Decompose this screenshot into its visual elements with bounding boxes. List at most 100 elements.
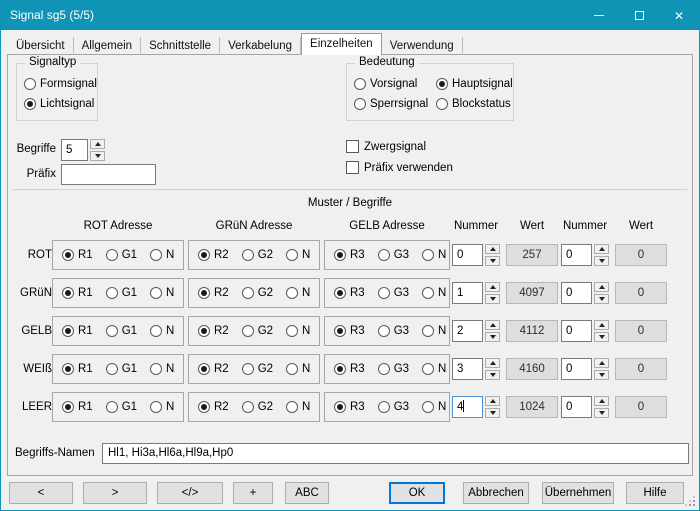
spinner-value[interactable]: 3	[452, 358, 483, 380]
radio-n[interactable]: N	[422, 249, 446, 261]
nummer-spinner-2[interactable]: 0	[561, 358, 609, 380]
spin-up-button[interactable]	[485, 320, 500, 330]
radio-vorsignal[interactable]: Vorsignal	[354, 78, 434, 90]
radio-r3[interactable]: R3	[334, 363, 365, 375]
spin-down-button[interactable]	[485, 256, 500, 266]
abc-button[interactable]: ABC	[285, 482, 329, 504]
spinner-value[interactable]: 0	[561, 396, 592, 418]
radio-r1[interactable]: R1	[62, 249, 93, 261]
nummer-spinner-1[interactable]: 4	[452, 396, 500, 418]
radio-n[interactable]: N	[150, 287, 174, 299]
radio-n[interactable]: N	[286, 287, 310, 299]
radio-g1[interactable]: G1	[106, 287, 137, 299]
radio-r3[interactable]: R3	[334, 249, 365, 261]
radio-r2[interactable]: R2	[198, 287, 229, 299]
radio-r3[interactable]: R3	[334, 401, 365, 413]
plus-button[interactable]: +	[233, 482, 273, 504]
spinner-value[interactable]: 0	[561, 320, 592, 342]
title-bar[interactable]: Signal sg5 (5/5) ✕	[1, 1, 699, 30]
radio-g2[interactable]: G2	[242, 325, 273, 337]
bernehmen-button[interactable]: Übernehmen	[542, 482, 614, 504]
spinner-value[interactable]: 2	[452, 320, 483, 342]
tab-allgemein[interactable]: Allgemein	[74, 37, 142, 55]
spin-up-button[interactable]	[90, 139, 105, 149]
radio-g3[interactable]: G3	[378, 325, 409, 337]
radio-n[interactable]: N	[422, 401, 446, 413]
spin-up-button[interactable]	[594, 244, 609, 254]
spinner-value[interactable]: 4	[452, 396, 483, 418]
spin-down-button[interactable]	[485, 408, 500, 418]
radio-g2[interactable]: G2	[242, 249, 273, 261]
praefix-input[interactable]	[61, 164, 156, 185]
radio-g1[interactable]: G1	[106, 401, 137, 413]
spinner-value[interactable]: 0	[561, 282, 592, 304]
resize-grip-icon[interactable]	[693, 504, 695, 506]
close-button[interactable]: ✕	[659, 1, 699, 30]
begriffs-namen-input[interactable]: Hl1, Hi3a,Hl6a,Hl9a,Hp0	[102, 443, 689, 464]
nummer-spinner-1[interactable]: 0	[452, 244, 500, 266]
radio-g1[interactable]: G1	[106, 249, 137, 261]
spin-down-button[interactable]	[594, 294, 609, 304]
tab-verwendung[interactable]: Verwendung	[382, 37, 463, 55]
spin-down-button[interactable]	[485, 294, 500, 304]
nummer-spinner-2[interactable]: 0	[561, 244, 609, 266]
spin-down-button[interactable]	[485, 370, 500, 380]
radio-r2[interactable]: R2	[198, 401, 229, 413]
radio-g3[interactable]: G3	[378, 363, 409, 375]
ok-button[interactable]: OK	[389, 482, 445, 504]
radio-g1[interactable]: G1	[106, 325, 137, 337]
maximize-button[interactable]	[619, 1, 659, 30]
tab-bersicht[interactable]: Übersicht	[8, 37, 74, 55]
radio-g2[interactable]: G2	[242, 363, 273, 375]
radio-g3[interactable]: G3	[378, 249, 409, 261]
checkbox-zwergsignal[interactable]: Zwergsignal	[346, 140, 453, 153]
radio-sperrsignal[interactable]: Sperrsignal	[354, 98, 434, 110]
spin-up-button[interactable]	[485, 244, 500, 254]
spinner-value[interactable]: 1	[452, 282, 483, 304]
radio-r1[interactable]: R1	[62, 401, 93, 413]
spin-down-button[interactable]	[594, 408, 609, 418]
radio-n[interactable]: N	[286, 401, 310, 413]
spin-down-button[interactable]	[90, 151, 105, 161]
radio-r1[interactable]: R1	[62, 363, 93, 375]
tab-schnittstelle[interactable]: Schnittstelle	[141, 37, 220, 55]
nummer-spinner-2[interactable]: 0	[561, 282, 609, 304]
radio-n[interactable]: N	[286, 363, 310, 375]
nummer-spinner-1[interactable]: 2	[452, 320, 500, 342]
radio-n[interactable]: N	[286, 325, 310, 337]
spin-up-button[interactable]	[594, 396, 609, 406]
spin-down-button[interactable]	[594, 332, 609, 342]
spin-up-button[interactable]	[485, 358, 500, 368]
abbrechen-button[interactable]: Abbrechen	[463, 482, 529, 504]
radio-g2[interactable]: G2	[242, 401, 273, 413]
spin-up-button[interactable]	[485, 396, 500, 406]
next-button[interactable]: >	[83, 482, 147, 504]
code-button[interactable]: </>	[157, 482, 223, 504]
spinner-value[interactable]: 0	[561, 358, 592, 380]
tab-einzelheiten[interactable]: Einzelheiten	[301, 33, 382, 55]
nummer-spinner-1[interactable]: 3	[452, 358, 500, 380]
radio-g3[interactable]: G3	[378, 287, 409, 299]
minimize-button[interactable]	[579, 1, 619, 30]
spin-up-button[interactable]	[594, 282, 609, 292]
spinner-value[interactable]: 0	[561, 244, 592, 266]
radio-n[interactable]: N	[150, 401, 174, 413]
radio-n[interactable]: N	[422, 363, 446, 375]
hilfe-button[interactable]: Hilfe	[626, 482, 684, 504]
radio-r1[interactable]: R1	[62, 325, 93, 337]
prev-button[interactable]: <	[9, 482, 73, 504]
radio-r3[interactable]: R3	[334, 325, 365, 337]
radio-n[interactable]: N	[150, 325, 174, 337]
radio-r3[interactable]: R3	[334, 287, 365, 299]
tab-verkabelung[interactable]: Verkabelung	[220, 37, 301, 55]
radio-g2[interactable]: G2	[242, 287, 273, 299]
spin-down-button[interactable]	[594, 370, 609, 380]
spin-up-button[interactable]	[485, 282, 500, 292]
nummer-spinner-2[interactable]: 0	[561, 396, 609, 418]
radio-n[interactable]: N	[150, 249, 174, 261]
radio-n[interactable]: N	[422, 287, 446, 299]
checkbox-pr-fix-verwenden[interactable]: Präfix verwenden	[346, 161, 453, 174]
radio-blockstatus[interactable]: Blockstatus	[436, 98, 513, 110]
radio-r2[interactable]: R2	[198, 325, 229, 337]
begriffe-spinner[interactable]: 5	[61, 139, 107, 161]
